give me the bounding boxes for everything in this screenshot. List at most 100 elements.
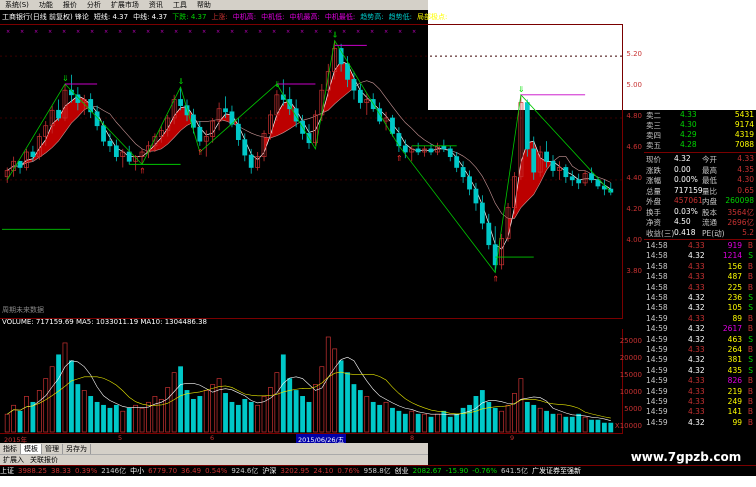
volume-chart[interactable] <box>0 329 622 434</box>
tick-price: 4.33 <box>688 345 705 354</box>
volume-bar <box>608 422 614 433</box>
tick-volume: 264 <box>727 345 742 354</box>
volume-bar <box>24 396 29 433</box>
indicator-tab[interactable]: 模板 <box>21 443 42 454</box>
menu-item[interactable]: 功能 <box>34 0 58 10</box>
tick-direction: S <box>748 251 753 261</box>
top-marker-icon: × <box>230 29 234 35</box>
volume-tick-label: 25000 <box>619 337 642 345</box>
volume-bar <box>370 401 376 433</box>
menu-item[interactable]: 系统(S) <box>0 0 34 10</box>
status-segment: 0.39% <box>75 467 98 475</box>
stat-row: 换手 0.03% 股本 3564亿 <box>644 207 756 217</box>
volume-bar <box>165 387 171 433</box>
volume-bar <box>248 401 254 433</box>
tick-row: 14:59 4.32 2617 B <box>644 324 756 334</box>
volume-bar <box>550 413 556 433</box>
tick-direction: B <box>747 313 753 323</box>
indicator-tab[interactable]: 管理 <box>42 443 63 454</box>
volume-chart-svg <box>4 336 614 433</box>
volume-tick-label: X10000 <box>614 422 642 430</box>
status-segment: 3202.95 <box>280 467 310 475</box>
candle <box>479 195 485 230</box>
tick-volume: 919 <box>727 241 742 250</box>
tick-price: 4.33 <box>688 241 705 250</box>
tick-time: 14:59 <box>646 345 668 354</box>
menu-item[interactable]: 工具 <box>168 0 192 10</box>
tick-time: 14:59 <box>646 313 668 323</box>
volume-bar <box>69 360 74 433</box>
menu-item[interactable]: 资讯 <box>144 0 168 10</box>
volume-bar <box>81 390 87 433</box>
status-segment: 924.6亿 <box>231 467 259 475</box>
extension-tab[interactable]: 关联报价 <box>27 455 61 465</box>
tick-row: 14:58 4.33 225 B <box>644 283 756 293</box>
tick-direction: S <box>748 303 753 313</box>
stat-value: 0.00% <box>674 175 698 184</box>
volume-bar <box>101 404 106 433</box>
volume-bar <box>287 378 293 433</box>
tick-row: 14:58 4.33 487 B <box>644 272 756 282</box>
volume-bar <box>75 384 81 433</box>
status-segment: 中小 <box>130 467 145 475</box>
top-marker-icon: × <box>258 29 262 35</box>
volume-bar <box>512 393 517 433</box>
indicator-label: 中机低: <box>261 13 285 21</box>
tick-direction: B <box>747 397 753 406</box>
stat-value: 4.35 <box>737 164 754 174</box>
tick-price: 4.33 <box>688 313 705 323</box>
menu-item[interactable]: 扩展市场 <box>106 0 144 10</box>
tick-direction: B <box>747 407 753 417</box>
menu-item[interactable]: 报价 <box>58 0 82 10</box>
extension-tab[interactable]: 扩展入 <box>0 455 27 465</box>
candle <box>216 102 222 131</box>
indicator-tab[interactable]: 指标 <box>0 443 21 454</box>
candle <box>454 152 460 173</box>
tick-direction: S <box>748 355 753 365</box>
volume-bar <box>396 410 402 433</box>
tick-volume: 105 <box>727 303 742 313</box>
trend-fill <box>20 61 554 238</box>
candle <box>306 124 312 149</box>
indicator-label: 中机最高: <box>289 13 320 21</box>
tick-direction: S <box>748 334 753 344</box>
stat-key: 现价 <box>646 155 661 164</box>
tick-time: 14:58 <box>646 272 668 282</box>
volume-bar <box>422 413 427 433</box>
volume-bar <box>223 393 228 433</box>
price-tick-label: 4.80 <box>626 112 642 120</box>
candle <box>377 102 383 125</box>
stat-key: 净资 <box>646 218 661 227</box>
menu-item[interactable]: 帮助 <box>192 0 216 10</box>
volume-bar <box>357 390 363 433</box>
volume-bar <box>435 413 440 433</box>
stat-key: 最高 <box>702 165 717 175</box>
volume-bar <box>589 419 594 433</box>
tick-price: 4.32 <box>688 324 705 334</box>
tick-row: 14:59 4.33 249 B <box>644 397 756 407</box>
tick-row: 14:58 4.33 919 B <box>644 241 756 251</box>
top-marker-icon: × <box>398 29 402 35</box>
menu-bar: 系统(S) 功能 报价 分析 扩展市场 资讯 工具 帮助 <box>0 0 428 10</box>
indicator-tab[interactable]: 另存为 <box>63 443 91 454</box>
status-segment: 36.49 <box>181 467 202 475</box>
indicator-label: 下跌: 4.37 <box>172 13 207 21</box>
tick-volume: 99 <box>732 417 742 427</box>
volume-bar <box>11 404 17 433</box>
menu-item[interactable]: 分析 <box>82 0 106 10</box>
tick-time: 14:59 <box>646 407 668 417</box>
top-marker-icon: × <box>384 29 388 35</box>
indicator-label: 局部极点: <box>416 13 448 21</box>
candle <box>601 179 607 196</box>
tick-time: 14:59 <box>646 397 668 406</box>
volume-bar <box>17 410 23 433</box>
volume-header: VOLUME: 717159.69 MA5: 1033011.19 MA10: … <box>2 318 207 326</box>
tick-volume: 141 <box>727 407 742 417</box>
volume-bar <box>158 398 164 433</box>
indicator-label: 中机高: <box>232 13 257 21</box>
price-chart[interactable]: ⇓ ⇓ ⇓ ⇓ ⇓ ⇑ ⇑ ⇑ ⇑ × × × × × × × × × × × × × × × × × × × × × × × × × × × × × × 周… <box>0 24 622 319</box>
ask-volume: 5431 <box>734 110 754 119</box>
tick-price: 4.33 <box>688 261 705 271</box>
tick-direction: B <box>747 241 753 250</box>
stat-key: 外盘 <box>646 197 661 206</box>
